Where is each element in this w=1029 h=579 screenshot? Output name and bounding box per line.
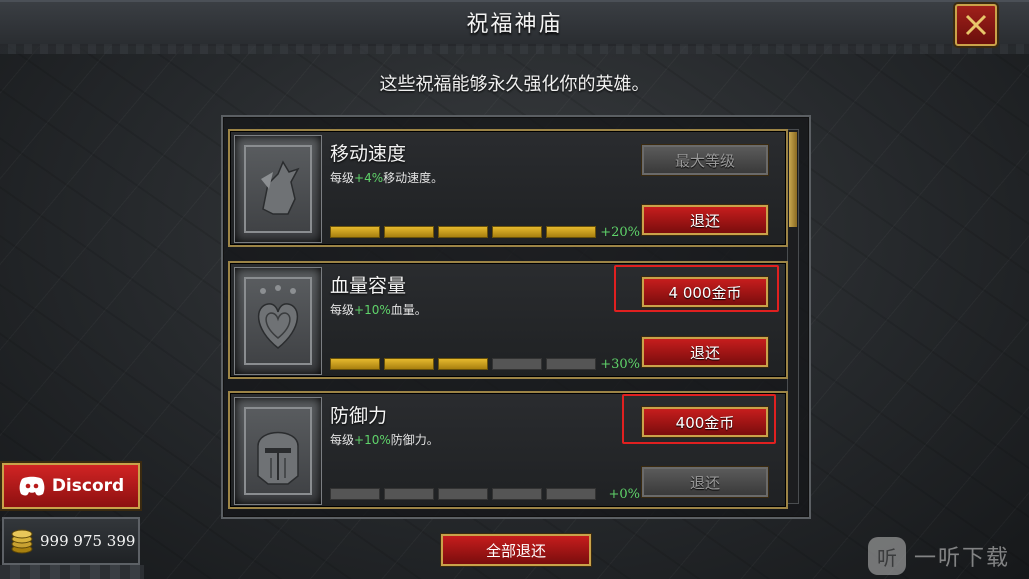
card-icon-frame xyxy=(234,397,322,505)
level-bars xyxy=(330,358,596,370)
level-bars xyxy=(330,488,596,500)
discord-icon xyxy=(19,476,45,496)
max-level-button[interactable]: 最大等级 xyxy=(642,145,768,175)
card-icon-frame xyxy=(234,135,322,243)
bonus-value: +30% xyxy=(600,357,640,372)
gold-coins-icon xyxy=(11,529,33,554)
level-segment xyxy=(492,226,542,238)
level-segment xyxy=(384,358,434,370)
level-segment xyxy=(384,488,434,500)
refund-all-button[interactable]: 全部退还 xyxy=(441,534,591,566)
heart-icon xyxy=(244,277,312,365)
level-segment xyxy=(330,488,380,500)
blessing-card-move-speed: 移动速度 每级+4%移动速度。 +20% 最大等级 退还 xyxy=(228,129,788,247)
level-segment xyxy=(330,358,380,370)
level-segment xyxy=(492,358,542,370)
scroll-thumb[interactable] xyxy=(789,132,797,227)
watermark-logo: 听 xyxy=(868,537,906,575)
watermark-text: 一听下载 xyxy=(914,546,1011,571)
refund-button[interactable]: 退还 xyxy=(642,337,768,367)
refund-button-disabled[interactable]: 退还 xyxy=(642,467,768,497)
level-segment xyxy=(546,226,596,238)
blessing-title: 血量容量 xyxy=(330,275,407,297)
level-segment xyxy=(438,226,488,238)
level-segment xyxy=(492,488,542,500)
level-segment xyxy=(384,226,434,238)
card-icon-frame xyxy=(234,267,322,375)
gold-box-trim xyxy=(0,565,144,579)
pegasus-icon xyxy=(244,145,312,233)
refund-button[interactable]: 退还 xyxy=(642,205,768,235)
scrollbar[interactable] xyxy=(787,129,799,504)
blessing-title: 移动速度 xyxy=(330,143,407,165)
highlight-box xyxy=(614,265,779,312)
blessing-desc: 每级+4%移动速度。 xyxy=(330,171,444,185)
page-title: 祝福神庙 xyxy=(466,12,563,37)
blessing-title: 防御力 xyxy=(330,405,388,427)
close-button[interactable] xyxy=(955,4,997,46)
level-segment xyxy=(330,226,380,238)
discord-button[interactable]: Discord xyxy=(2,463,140,509)
level-segment xyxy=(438,488,488,500)
bonus-value: +20% xyxy=(600,225,640,240)
highlight-box xyxy=(622,394,776,444)
blessing-desc: 每级+10%防御力。 xyxy=(330,433,439,447)
level-segment xyxy=(438,358,488,370)
helmet-icon xyxy=(244,407,312,495)
bonus-value: +0% xyxy=(608,487,640,502)
close-x-icon xyxy=(965,14,987,36)
level-bars xyxy=(330,226,596,238)
level-segment xyxy=(546,358,596,370)
subtitle: 这些祝福能够永久强化你的英雄。 xyxy=(379,74,650,95)
discord-label: Discord xyxy=(51,476,125,496)
header-trim xyxy=(0,44,1029,54)
gold-counter: 999 975 399 xyxy=(2,517,140,565)
blessing-desc: 每级+10%血量。 xyxy=(330,303,427,317)
gold-amount: 999 975 399 xyxy=(40,532,136,550)
level-segment xyxy=(546,488,596,500)
watermark: 听 一听下载 xyxy=(868,537,1010,575)
header-bar: 祝福神庙 xyxy=(0,0,1029,46)
